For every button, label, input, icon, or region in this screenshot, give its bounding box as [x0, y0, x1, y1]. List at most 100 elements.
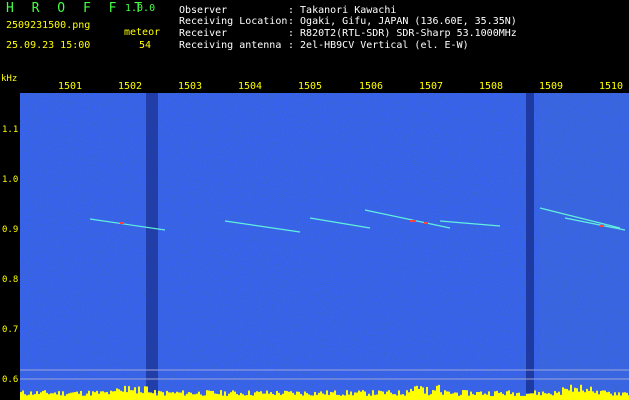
level-bar-segment	[570, 384, 572, 400]
level-bar-segment	[534, 390, 536, 400]
level-bar-segment	[294, 394, 296, 400]
level-bar-segment	[48, 394, 50, 400]
level-bar-segment	[330, 392, 332, 400]
level-bar-segment	[590, 386, 592, 400]
level-bar-segment	[210, 390, 212, 400]
x-tick-1510: 1510	[599, 81, 624, 92]
level-bar-segment	[592, 391, 594, 400]
level-bar-segment	[518, 392, 520, 400]
y-axis-unit: kHz	[1, 74, 18, 84]
level-bar-segment	[420, 386, 422, 400]
observer-label: Observer	[179, 5, 228, 16]
level-bar-segment	[558, 391, 560, 400]
level-bar-segment	[434, 390, 436, 400]
level-bar-segment	[298, 391, 300, 400]
level-bar-segment	[94, 392, 96, 400]
level-bar-segment	[364, 391, 366, 400]
level-bar-segment	[394, 394, 396, 400]
bright-region	[540, 93, 629, 393]
level-bar-segment	[466, 390, 468, 400]
echo-hotspot	[410, 220, 416, 222]
level-bar-segment	[204, 395, 206, 400]
level-bar-segment	[594, 392, 596, 400]
dark-band	[526, 93, 534, 393]
x-axis-ticks: 1501 1502 1503 1504 1505 1506 1507 1508 …	[20, 80, 629, 93]
level-bar-segment	[598, 394, 600, 400]
antenna-label: Receiving antenna	[179, 40, 282, 51]
level-bar-segment	[114, 391, 116, 400]
y-tick-1.1: 1.1	[2, 125, 19, 135]
level-bar-segment	[180, 392, 182, 400]
location-label: Receiving Location	[179, 16, 288, 27]
level-bar-segment	[410, 388, 412, 400]
level-bar-segment	[370, 395, 372, 400]
level-bar-segment	[80, 390, 82, 400]
level-bar-segment	[86, 393, 88, 400]
level-bar-segment	[412, 390, 414, 400]
echo-hotspot	[424, 222, 428, 224]
level-bar-segment	[474, 394, 476, 400]
level-bar-segment	[320, 391, 322, 400]
level-bar-segment	[252, 395, 254, 400]
level-bar-segment	[472, 394, 474, 400]
level-bar-segment	[566, 388, 568, 400]
level-bar-segment	[302, 395, 304, 400]
level-bar-segment	[342, 394, 344, 400]
level-bar-segment	[70, 392, 72, 400]
level-bar-segment	[480, 391, 482, 400]
level-bar-segment	[546, 393, 548, 400]
level-bar-segment	[398, 390, 400, 400]
level-bar-segment	[498, 392, 500, 400]
antenna-value: : 2el-HB9CV Vertical (el. E-W)	[288, 40, 469, 51]
level-bar-segment	[368, 393, 370, 400]
level-bar-segment	[274, 394, 276, 400]
level-bar-segment	[220, 390, 222, 400]
level-bar-segment	[84, 395, 86, 400]
level-bar-segment	[502, 393, 504, 400]
level-bar-segment	[428, 395, 430, 400]
level-bar-segment	[386, 391, 388, 400]
level-bar-segment	[88, 390, 90, 400]
level-bar-segment	[322, 393, 324, 400]
level-bar-segment	[130, 390, 132, 400]
level-bar-segment	[308, 394, 310, 400]
level-bar-segment	[110, 390, 112, 400]
level-bar-segment	[126, 392, 128, 400]
level-bar-segment	[290, 391, 292, 400]
level-bar-segment	[486, 394, 488, 400]
level-bar-segment	[64, 395, 66, 400]
level-bar-segment	[50, 393, 52, 400]
level-bar-segment	[296, 391, 298, 400]
level-bar-segment	[432, 390, 434, 400]
level-bar-segment	[20, 392, 22, 400]
level-bar-segment	[358, 390, 360, 400]
level-bar-segment	[128, 386, 130, 400]
level-bar-segment	[510, 394, 512, 400]
level-bar-segment	[482, 394, 484, 400]
level-bar-segment	[352, 395, 354, 400]
level-bar-segment	[622, 392, 624, 400]
level-bar-segment	[92, 391, 94, 400]
level-bar-segment	[400, 394, 402, 400]
level-bar-segment	[152, 393, 154, 400]
level-bar-segment	[328, 394, 330, 400]
level-bar-segment	[550, 394, 552, 400]
level-bar-segment	[484, 393, 486, 400]
level-bar-segment	[96, 390, 98, 400]
level-bar-segment	[218, 394, 220, 400]
level-bar-segment	[416, 385, 418, 400]
level-bar-segment	[198, 391, 200, 400]
level-bar-segment	[334, 390, 336, 400]
level-bar-segment	[456, 392, 458, 400]
level-bar-segment	[276, 390, 278, 400]
level-bar-segment	[288, 391, 290, 400]
level-bar-segment	[530, 393, 532, 400]
level-bar-segment	[184, 395, 186, 400]
level-bar-segment	[316, 394, 318, 400]
level-bar-segment	[82, 395, 84, 400]
level-bar-segment	[542, 391, 544, 400]
level-bar-segment	[314, 391, 316, 400]
level-bar-segment	[260, 391, 262, 400]
level-bar-segment	[478, 392, 480, 400]
level-bar-segment	[338, 394, 340, 400]
